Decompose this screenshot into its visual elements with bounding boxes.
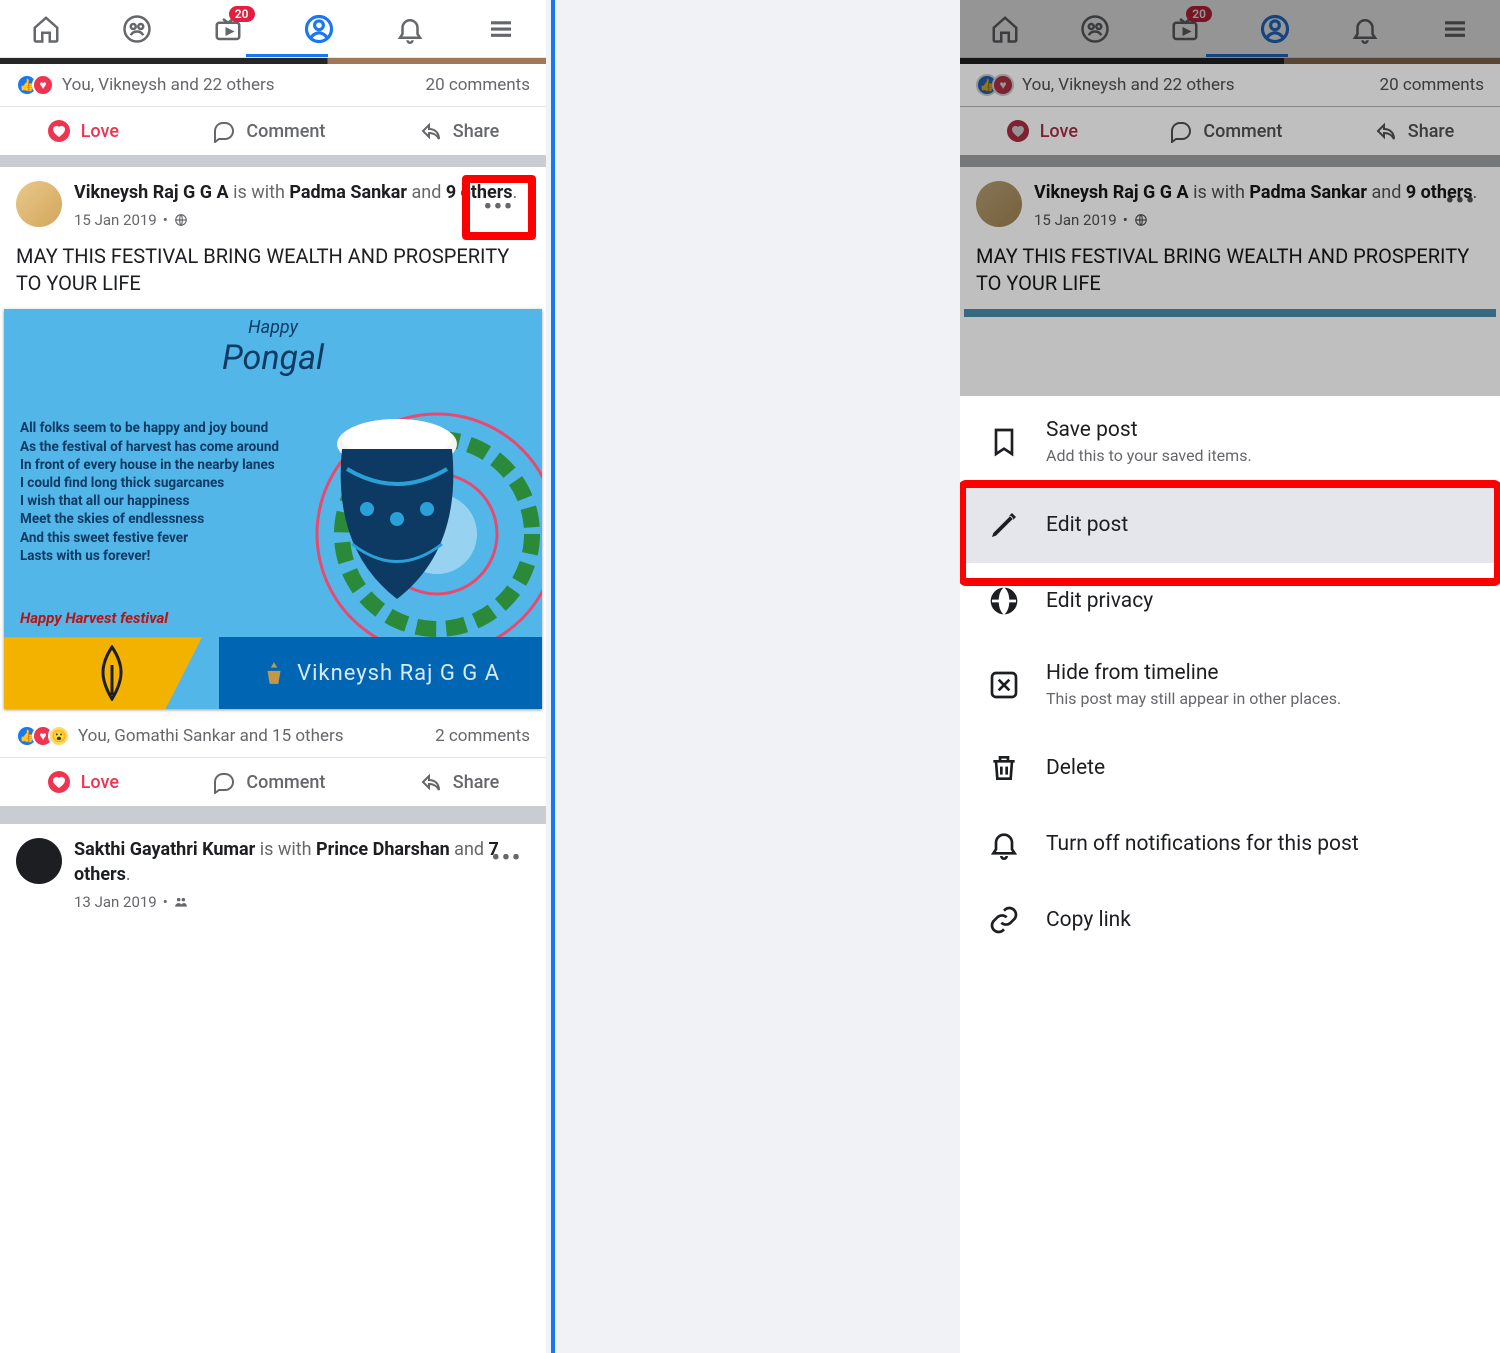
sheet-hide-timeline[interactable]: Hide from timeline This post may still ap…: [960, 639, 1500, 730]
post-header: Vikneysh Raj G G A is with Padma Sankar …: [0, 167, 546, 237]
phone-left: 20 👍 ♥ You, Vikneysh and 22 others 20 co…: [0, 0, 546, 1353]
share-button[interactable]: Share: [419, 770, 499, 794]
post-menu-button[interactable]: •••: [462, 175, 536, 240]
reaction-icons-2: 👍 ♥ 😮: [16, 725, 70, 747]
sheet-save-post[interactable]: Save post Add this to your saved items.: [960, 396, 1500, 487]
post-date: 13 Jan 2019: [74, 893, 157, 911]
tab-watch[interactable]: 20: [213, 14, 243, 44]
love-button[interactable]: Love: [47, 119, 119, 143]
tagged-name: Prince Dharshan: [316, 839, 450, 860]
comment-count-2[interactable]: 2 comments: [435, 726, 530, 746]
wow-icon: 😮: [48, 725, 70, 747]
pongal-poem: All folks seem to be happy and joy bound…: [20, 419, 279, 565]
tab-friends[interactable]: [122, 14, 152, 44]
meta-dot: •: [163, 211, 168, 229]
x-box-icon: [988, 669, 1020, 701]
top-tab-bar: 20: [0, 0, 546, 58]
comment-count[interactable]: 20 comments: [426, 75, 530, 95]
love-button[interactable]: Love: [47, 770, 119, 794]
sheet-item-title: Hide from timeline: [1046, 661, 1341, 685]
sheet-copy-link[interactable]: Copy link: [960, 882, 1500, 958]
globe-icon: [174, 213, 188, 227]
post-meta-3: 13 Jan 2019 •: [74, 893, 530, 911]
share-label: Share: [453, 772, 499, 793]
love-label: Love: [81, 121, 119, 142]
sheet-item-title: Turn off notifications for this post: [1046, 832, 1359, 856]
sheet-item-title: Delete: [1046, 756, 1105, 780]
share-button[interactable]: Share: [419, 119, 499, 143]
link-icon: [988, 904, 1020, 936]
globe-icon: [988, 585, 1020, 617]
tab-menu[interactable]: [486, 14, 516, 44]
action-bar-2: Love Comment Share: [0, 758, 546, 806]
pot-art: [312, 409, 482, 609]
bell-icon: [988, 828, 1020, 860]
reaction-text-2: You, Gomathi Sankar and 15 others: [78, 726, 344, 746]
is-with: is with: [233, 182, 285, 203]
reaction-icons: 👍 ♥: [16, 74, 54, 96]
tab-indicator: [246, 54, 328, 57]
tab-notifications[interactable]: [395, 14, 425, 44]
author-name: Sakthi Gayathri Kumar: [74, 839, 255, 860]
comment-label: Comment: [246, 121, 325, 142]
bottom-sheet: Save post Add this to your saved items. E…: [960, 396, 1500, 1353]
comment-label: Comment: [246, 772, 325, 793]
sheet-item-title: Copy link: [1046, 908, 1131, 932]
comment-button[interactable]: Comment: [212, 770, 325, 794]
trash-icon: [988, 752, 1020, 784]
avatar[interactable]: [16, 838, 62, 884]
separator: [0, 806, 546, 824]
sheet-item-sub: Add this to your saved items.: [1046, 446, 1252, 465]
pongal-wish: Happy Harvest festival: [20, 609, 168, 627]
sheet-edit-post[interactable]: Edit post: [960, 487, 1500, 563]
pongal-card: Happy Pongal All folks seem to be happy …: [4, 309, 542, 709]
reaction-summary-2[interactable]: 👍 ♥ 😮 You, Gomathi Sankar and 15 others …: [0, 715, 546, 758]
share-label: Share: [453, 121, 499, 142]
sheet-turn-off-notifications[interactable]: Turn off notifications for this post: [960, 806, 1500, 882]
sheet-item-title: Edit post: [1046, 513, 1128, 537]
phone-right: 20 👍♥ You, Vikneysh and 22 others 20 com…: [960, 0, 1500, 1353]
and: and: [454, 839, 484, 860]
post-body-text: MAY THIS FESTIVAL BRING WEALTH AND PROSP…: [0, 237, 546, 309]
sheet-delete[interactable]: Delete: [960, 730, 1500, 806]
meta-dot: •: [163, 893, 168, 911]
author-name: Vikneysh Raj G G A: [74, 182, 229, 203]
action-bar: Love Comment Share: [0, 107, 546, 155]
reaction-summary[interactable]: 👍 ♥ You, Vikneysh and 22 others 20 comme…: [0, 64, 546, 107]
separator: [0, 155, 546, 167]
author-line-3[interactable]: Sakthi Gayathri Kumar is with Prince Dha…: [74, 838, 530, 887]
tab-profile[interactable]: [304, 14, 334, 44]
and: and: [411, 182, 441, 203]
sheet-item-title: Edit privacy: [1046, 589, 1153, 613]
pongal-happy: Happy: [222, 317, 324, 338]
signature-text: Vikneysh Raj G G A: [297, 661, 500, 686]
love-label: Love: [81, 772, 119, 793]
love-icon: ♥: [32, 74, 54, 96]
post-header-3: Sakthi Gayathri Kumar is with Prince Dha…: [0, 824, 546, 919]
emblem-icon: [261, 660, 287, 686]
bookmark-icon: [988, 426, 1020, 458]
pencil-icon: [988, 509, 1020, 541]
avatar[interactable]: [16, 181, 62, 227]
pongal-footer: Vikneysh Raj G G A: [4, 637, 542, 709]
signature-band: Vikneysh Raj G G A: [219, 637, 542, 709]
pongal-main: Pongal: [222, 338, 324, 378]
post-menu-button[interactable]: •••: [484, 842, 530, 875]
pen-emblem: [4, 637, 219, 709]
divider: [551, 0, 555, 1353]
sheet-item-title: Save post: [1046, 418, 1252, 442]
friends-icon: [174, 895, 188, 909]
sheet-edit-privacy[interactable]: Edit privacy: [960, 563, 1500, 639]
tab-home[interactable]: [31, 14, 61, 44]
post-image[interactable]: Happy Pongal All folks seem to be happy …: [0, 309, 546, 715]
tagged-name: Padma Sankar: [289, 182, 407, 203]
pongal-title: Happy Pongal: [222, 317, 324, 378]
watch-badge: 20: [229, 6, 255, 22]
comment-button[interactable]: Comment: [212, 119, 325, 143]
is-with: is with: [260, 839, 312, 860]
reaction-text: You, Vikneysh and 22 others: [62, 75, 275, 95]
sheet-item-sub: This post may still appear in other plac…: [1046, 689, 1341, 708]
post-date: 15 Jan 2019: [74, 211, 157, 229]
